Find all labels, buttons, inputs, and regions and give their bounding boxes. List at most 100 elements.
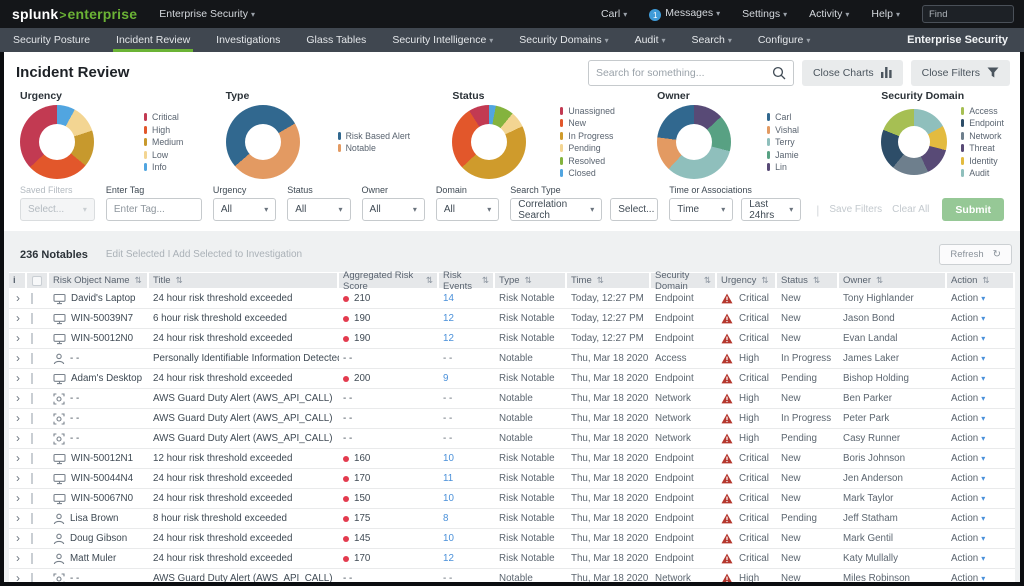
sort-icon[interactable]: ⇅ <box>982 275 989 286</box>
action-menu[interactable]: Action▾ <box>947 293 1015 304</box>
risk-events-link[interactable]: 9 <box>443 373 448 384</box>
sort-icon[interactable]: ⇅ <box>876 275 883 286</box>
expand-row-button[interactable]: › <box>9 412 27 426</box>
row-checkbox[interactable] <box>31 573 33 582</box>
action-menu[interactable]: Action▾ <box>947 573 1015 582</box>
nav-tab-investigations[interactable]: Investigations <box>203 28 293 52</box>
expand-row-button[interactable]: › <box>9 352 27 366</box>
nav-tab-incident-review[interactable]: Incident Review <box>103 28 203 52</box>
action-menu[interactable]: Action▾ <box>947 333 1015 344</box>
row-checkbox[interactable] <box>31 493 33 504</box>
close-charts-button[interactable]: Close Charts <box>802 60 903 86</box>
sort-icon[interactable]: ⇅ <box>704 275 711 286</box>
settings-menu[interactable]: Settings▾ <box>742 8 787 20</box>
action-menu[interactable]: Action▾ <box>947 433 1015 444</box>
nav-tab-security-posture[interactable]: Security Posture <box>0 28 103 52</box>
risk-events-link[interactable]: 10 <box>443 453 454 464</box>
row-checkbox[interactable] <box>31 393 33 404</box>
app-selector-menu[interactable]: Enterprise Security▾ <box>159 8 255 20</box>
status-filter-select[interactable]: All▾ <box>287 198 350 221</box>
saved-filters-select[interactable]: Select...▾ <box>20 198 95 221</box>
clear-all-link[interactable]: Clear All <box>892 204 929 215</box>
activity-menu[interactable]: Activity▾ <box>809 8 849 20</box>
action-menu[interactable]: Action▾ <box>947 553 1015 564</box>
nav-tab-security-intelligence[interactable]: Security Intelligence▾ <box>379 28 506 52</box>
donut-chart[interactable] <box>226 105 300 179</box>
action-menu[interactable]: Action▾ <box>947 353 1015 364</box>
risk-events-link[interactable]: 11 <box>443 473 453 484</box>
owner-filter-select[interactable]: All▾ <box>362 198 425 221</box>
risk-events-link[interactable]: 12 <box>443 333 454 344</box>
save-filters-link[interactable]: Save Filters <box>829 204 882 215</box>
nav-tab-audit[interactable]: Audit▾ <box>622 28 679 52</box>
donut-chart[interactable] <box>881 109 947 175</box>
row-checkbox[interactable] <box>31 473 33 484</box>
row-checkbox[interactable] <box>31 553 33 564</box>
row-checkbox[interactable] <box>31 413 33 424</box>
row-checkbox[interactable] <box>31 433 33 444</box>
donut-chart[interactable] <box>657 105 731 179</box>
action-menu[interactable]: Action▾ <box>947 453 1015 464</box>
expand-row-button[interactable]: › <box>9 432 27 446</box>
enter-tag-input[interactable] <box>106 198 202 221</box>
risk-events-link[interactable]: 12 <box>443 553 454 564</box>
sort-icon[interactable]: ⇅ <box>482 275 489 286</box>
correlation-search-select[interactable]: Select... <box>610 198 658 221</box>
notables-search-box[interactable] <box>588 60 794 86</box>
risk-events-link[interactable]: 10 <box>443 493 454 504</box>
risk-events-link[interactable]: 12 <box>443 313 454 324</box>
sort-icon[interactable]: ⇅ <box>597 275 604 286</box>
action-menu[interactable]: Action▾ <box>947 373 1015 384</box>
donut-chart[interactable] <box>452 105 526 179</box>
expand-row-button[interactable]: › <box>9 492 27 506</box>
action-menu[interactable]: Action▾ <box>947 393 1015 404</box>
nav-tab-search[interactable]: Search▾ <box>679 28 745 52</box>
sort-icon[interactable]: ⇅ <box>135 275 142 286</box>
row-checkbox[interactable] <box>31 533 33 544</box>
select-all-checkbox[interactable] <box>32 276 42 286</box>
row-checkbox[interactable] <box>31 373 33 384</box>
close-filters-button[interactable]: Close Filters <box>911 60 1010 86</box>
nav-tab-security-domains[interactable]: Security Domains▾ <box>506 28 621 52</box>
sort-icon[interactable]: ⇅ <box>813 275 820 286</box>
row-checkbox[interactable] <box>31 513 33 524</box>
expand-row-button[interactable]: › <box>9 372 27 386</box>
sort-icon[interactable]: ⇅ <box>525 275 532 286</box>
time-select[interactable]: Time▾ <box>669 198 733 221</box>
action-menu[interactable]: Action▾ <box>947 513 1015 524</box>
expand-row-button[interactable]: › <box>9 312 27 326</box>
expand-row-button[interactable]: › <box>9 532 27 546</box>
risk-events-link[interactable]: 10 <box>443 533 454 544</box>
urgency-filter-select[interactable]: All▾ <box>213 198 276 221</box>
row-checkbox[interactable] <box>31 293 33 304</box>
sort-icon[interactable]: ⇅ <box>761 275 768 286</box>
action-menu[interactable]: Action▾ <box>947 533 1015 544</box>
expand-row-button[interactable]: › <box>9 292 27 306</box>
expand-row-button[interactable]: › <box>9 332 27 346</box>
domain-filter-select[interactable]: All▾ <box>436 198 499 221</box>
action-menu[interactable]: Action▾ <box>947 493 1015 504</box>
help-menu[interactable]: Help▾ <box>871 8 900 20</box>
expand-row-button[interactable]: › <box>9 552 27 566</box>
sort-icon[interactable]: ⇅ <box>176 275 183 286</box>
row-checkbox[interactable] <box>31 313 33 324</box>
search-icon[interactable] <box>772 66 786 80</box>
bulk-action-links[interactable]: Edit Selected I Add Selected to Investig… <box>106 249 302 260</box>
action-menu[interactable]: Action▾ <box>947 313 1015 324</box>
sort-icon[interactable]: ⇅ <box>426 275 433 286</box>
submit-button[interactable]: Submit <box>942 198 1004 221</box>
risk-events-link[interactable]: 14 <box>443 293 454 304</box>
nav-tab-glass-tables[interactable]: Glass Tables <box>293 28 379 52</box>
notables-search-input[interactable] <box>596 67 772 79</box>
expand-row-button[interactable]: › <box>9 472 27 486</box>
row-checkbox[interactable] <box>31 453 33 464</box>
find-input[interactable] <box>922 5 1014 23</box>
refresh-button[interactable]: Refresh ↻ <box>939 244 1012 265</box>
expand-row-button[interactable]: › <box>9 452 27 466</box>
time-range-select[interactable]: Last 24hrs▾ <box>741 198 801 221</box>
expand-row-button[interactable]: › <box>9 512 27 526</box>
row-checkbox[interactable] <box>31 333 33 344</box>
expand-row-button[interactable]: › <box>9 392 27 406</box>
expand-row-button[interactable]: › <box>9 572 27 583</box>
action-menu[interactable]: Action▾ <box>947 473 1015 484</box>
